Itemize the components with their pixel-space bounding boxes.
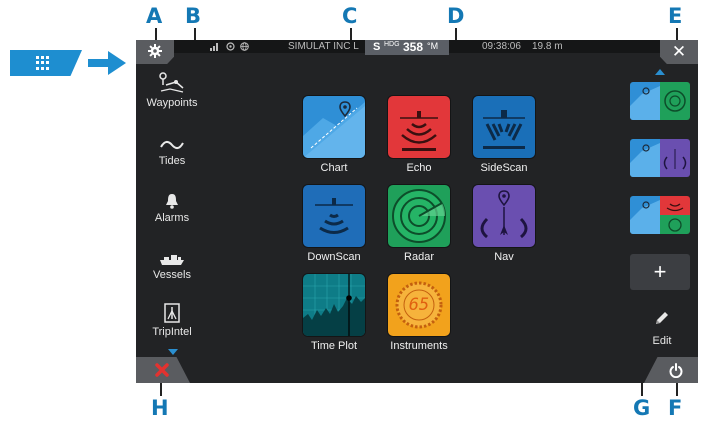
edit-label: Edit <box>652 335 672 347</box>
sidebar-item-label: Vessels <box>153 269 191 281</box>
heading-label: HDG <box>384 41 400 48</box>
arrow-right-icon <box>88 51 126 75</box>
pencil-icon <box>656 312 668 324</box>
app-instruments[interactable]: 65 Instruments <box>388 274 450 352</box>
echo-sonar-icon <box>660 196 690 215</box>
power-icon <box>669 363 683 378</box>
chart-icon <box>630 139 660 177</box>
sidebar-item-vessels[interactable]: Vessels <box>136 242 208 281</box>
favorite-chart-nav[interactable] <box>630 139 690 177</box>
close-red-icon <box>155 363 169 377</box>
gear-icon <box>148 44 162 58</box>
app-nav[interactable]: Nav <box>473 185 535 263</box>
chart-icon <box>630 196 660 234</box>
callout-a: A <box>146 4 163 28</box>
power-button[interactable] <box>644 357 698 383</box>
callout-h: H <box>151 396 169 420</box>
app-label: Radar <box>404 251 434 263</box>
sidebar-item-label: Tides <box>158 155 186 167</box>
app-tile: 65 <box>388 274 450 336</box>
sidebar-item-alarms[interactable]: Alarms <box>136 185 208 224</box>
callout-e: E <box>668 4 683 28</box>
callout-h-line <box>160 383 162 396</box>
sidebar-item-label: Alarms <box>154 212 190 224</box>
app-tile <box>388 185 450 247</box>
app-downscan[interactable]: DownScan <box>303 185 365 263</box>
nav-icon <box>480 190 528 239</box>
app-chart[interactable]: Chart <box>303 96 365 174</box>
app-label: Nav <box>494 251 514 263</box>
app-label: Time Plot <box>310 340 358 352</box>
add-favorite-button[interactable]: + <box>630 254 690 290</box>
close-panel-button[interactable] <box>136 357 190 383</box>
app-tile <box>473 185 535 247</box>
nav-icon <box>660 139 690 177</box>
sidebar-item-label: TripIntel <box>152 326 192 338</box>
chart-icon <box>303 101 365 158</box>
close-button[interactable]: ✕ <box>660 40 698 64</box>
app-echo[interactable]: Echo <box>388 96 450 174</box>
callout-f: F <box>668 396 683 420</box>
radar-icon <box>392 189 446 243</box>
source-name: SIMULAT INC L <box>288 41 359 52</box>
radar-icon <box>660 215 690 234</box>
sidebar-item-tides[interactable]: Tides <box>136 128 208 167</box>
waypoints-icon <box>159 72 184 93</box>
app-tile <box>303 96 365 158</box>
app-tile <box>303 185 365 247</box>
app-label: Chart <box>320 162 348 174</box>
grid-icon <box>36 56 50 70</box>
heading-value: 358 <box>403 40 424 54</box>
settings-button[interactable] <box>136 40 174 64</box>
vessels-icon <box>160 255 184 265</box>
chart-icon <box>630 82 660 120</box>
favorite-chart-echo-radar[interactable] <box>630 196 690 234</box>
scroll-up-arrow-icon[interactable] <box>655 69 665 75</box>
depth-display: 19.8 m <box>532 41 563 52</box>
app-label: SideScan <box>480 162 528 174</box>
edit-favorites-button[interactable]: Edit <box>642 310 682 347</box>
callout-f-line <box>676 383 678 396</box>
app-sidescan[interactable]: SideScan <box>473 96 535 174</box>
callout-b: B <box>185 4 202 28</box>
echo-sonar-icon <box>400 111 438 151</box>
radar-icon <box>660 82 690 120</box>
scroll-down-arrow-icon[interactable] <box>168 349 178 355</box>
favorite-chart-radar[interactable] <box>630 82 690 120</box>
sidescan-icon <box>483 110 525 149</box>
time-plot-icon <box>303 274 365 336</box>
gps-signal-icon <box>210 43 218 51</box>
alarm-bell-icon <box>166 194 178 209</box>
app-label: Echo <box>406 162 432 174</box>
app-tile <box>388 96 450 158</box>
downscan-icon <box>315 198 353 234</box>
app-radar[interactable]: Radar <box>388 185 450 263</box>
home-screen: SIMULAT INC L 09:38:06 19.8 m S HDG 358 … <box>136 40 698 383</box>
home-menu-button[interactable] <box>10 50 82 76</box>
heading-unit: °M <box>427 41 439 51</box>
network-globe-icon <box>240 42 249 51</box>
app-label: Instruments <box>390 340 448 352</box>
tripintel-icon <box>164 303 180 323</box>
app-time-plot[interactable]: Time Plot <box>303 274 365 352</box>
app-label: DownScan <box>307 251 361 263</box>
callout-d: D <box>447 4 465 28</box>
callout-g: G <box>633 396 651 420</box>
heading-display: S HDG 358 °M <box>365 40 449 55</box>
sidebar-item-waypoints[interactable]: Waypoints <box>136 70 208 109</box>
heading-prefix: S <box>373 41 381 53</box>
callout-c: C <box>342 4 358 28</box>
app-tile <box>473 96 535 158</box>
app-tile <box>303 274 365 336</box>
sidebar-item-label: Waypoints <box>146 97 198 109</box>
autopilot-icon <box>226 42 235 51</box>
time-display: 09:38:06 <box>482 41 521 52</box>
instruments-readout: 65 <box>408 295 430 315</box>
tides-icon <box>160 141 184 149</box>
sidebar-item-tripintel[interactable]: TripIntel <box>136 299 208 338</box>
